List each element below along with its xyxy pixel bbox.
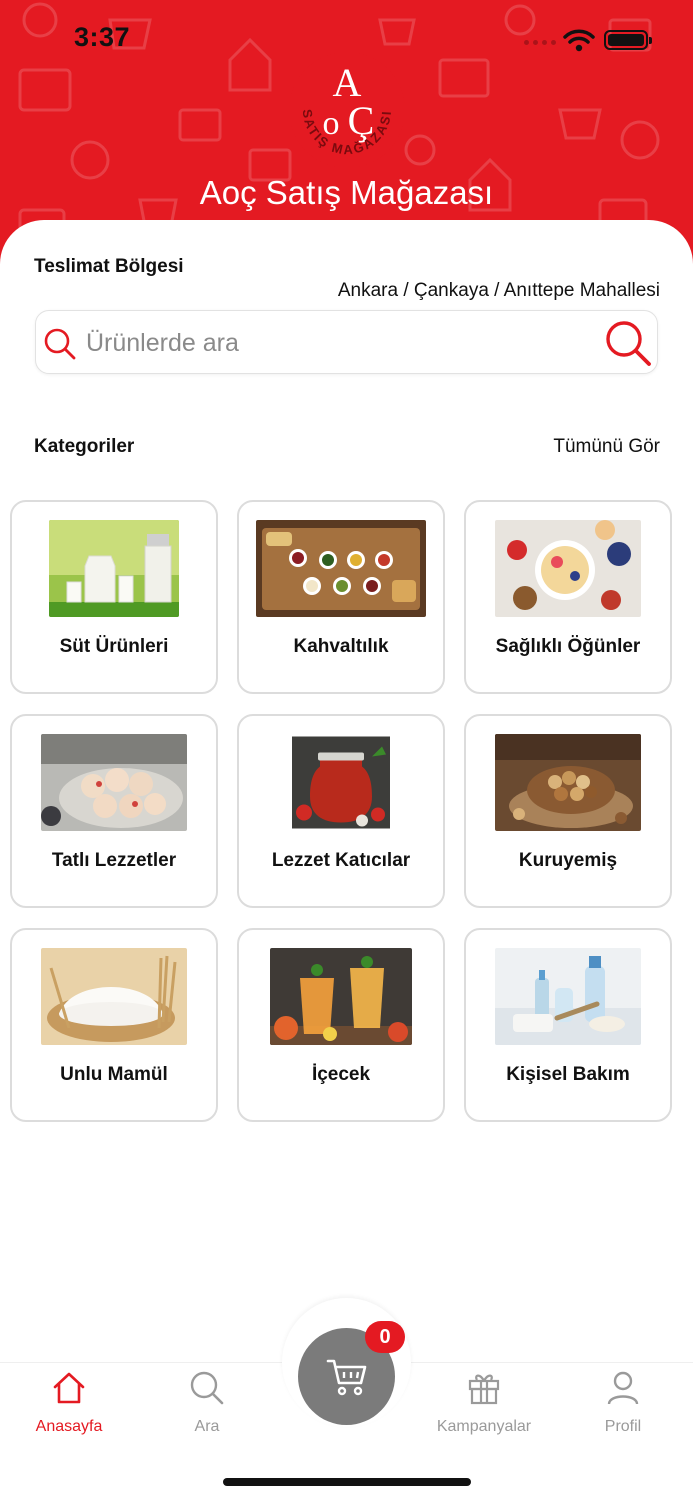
- status-time: 3:37: [74, 22, 131, 52]
- tab-label: Ara: [194, 1418, 220, 1435]
- battery-icon: [604, 30, 652, 50]
- category-label: Kahvaltılık: [293, 636, 389, 657]
- drinks-image: [270, 948, 412, 1045]
- category-card-sut-urunleri[interactable]: Süt Ürünleri: [10, 500, 218, 694]
- gift-icon: [468, 1374, 500, 1405]
- cart-icon: [326, 1359, 366, 1395]
- cellular-signal-icon: [524, 40, 556, 45]
- tab-profil[interactable]: Profil: [563, 1366, 683, 1436]
- tab-label: Anasayfa: [35, 1418, 103, 1435]
- category-card-lezzet-katicilar[interactable]: Lezzet Katıcılar: [237, 714, 445, 908]
- category-label: Süt Ürünleri: [59, 636, 169, 657]
- personal-care-image: [495, 948, 641, 1045]
- delivery-address[interactable]: Ankara / Çankaya / Anıttepe Mahallesi: [338, 280, 660, 302]
- tab-ara[interactable]: Ara: [147, 1366, 267, 1436]
- tab-label: Profil: [604, 1418, 642, 1435]
- category-card-kuruyemis[interactable]: Kuruyemiş: [464, 714, 672, 908]
- category-card-saglikli-ogunler[interactable]: Sağlıklı Öğünler: [464, 500, 672, 694]
- app-title: Aoç Satış Mağazası: [199, 174, 494, 211]
- category-card-icecek[interactable]: İçecek: [237, 928, 445, 1122]
- milk-products-image: [49, 520, 179, 617]
- nuts-image: [495, 734, 641, 831]
- category-label: Unlu Mamül: [60, 1064, 168, 1085]
- tab-label: Kampanyalar: [436, 1418, 532, 1435]
- category-label: Tatlı Lezzetler: [51, 850, 177, 871]
- categories-title: Kategoriler: [34, 436, 135, 457]
- home-icon: [53, 1372, 85, 1404]
- category-label: İçecek: [311, 1064, 371, 1085]
- category-grid: Süt Ürünleri Kahvaltılık Sağlıklı Öğünle…: [10, 500, 673, 1122]
- user-icon: [607, 1371, 639, 1405]
- category-card-kisisel-bakim[interactable]: Kişisel Bakım: [464, 928, 672, 1122]
- category-card-unlu-mamul[interactable]: Unlu Mamül: [10, 928, 218, 1122]
- see-all-link[interactable]: Tümünü Gör: [553, 436, 660, 458]
- tab-kampanyalar[interactable]: Kampanyalar: [424, 1366, 544, 1436]
- search-icon: [190, 1371, 224, 1405]
- cart-count-badge: 0: [365, 1321, 405, 1353]
- category-label: Sağlıklı Öğünler: [495, 636, 641, 657]
- home-indicator: [223, 1478, 471, 1486]
- category-card-kahvaltilik[interactable]: Kahvaltılık: [237, 500, 445, 694]
- search-icon: [44, 328, 76, 360]
- tab-anasayfa[interactable]: Anasayfa: [9, 1366, 129, 1436]
- flour-products-image: [41, 948, 187, 1045]
- search-submit-icon[interactable]: [603, 318, 653, 368]
- condiments-image: [292, 736, 390, 829]
- wifi-icon: [563, 29, 595, 52]
- search-input[interactable]: [86, 323, 586, 363]
- category-card-tatli-lezzetler[interactable]: Tatlı Lezzetler: [10, 714, 218, 908]
- delivery-region-title: Teslimat Bölgesi: [34, 256, 184, 277]
- breakfast-image: [256, 520, 426, 617]
- store-logo: A o Ç SATIŞ MAĞAZASI: [289, 52, 405, 168]
- sweets-image: [41, 734, 187, 831]
- healthy-meals-image: [495, 520, 641, 617]
- category-label: Kişisel Bakım: [506, 1064, 630, 1085]
- category-label: Kuruyemiş: [518, 850, 618, 871]
- search-bar[interactable]: [35, 310, 658, 374]
- category-label: Lezzet Katıcılar: [271, 850, 411, 871]
